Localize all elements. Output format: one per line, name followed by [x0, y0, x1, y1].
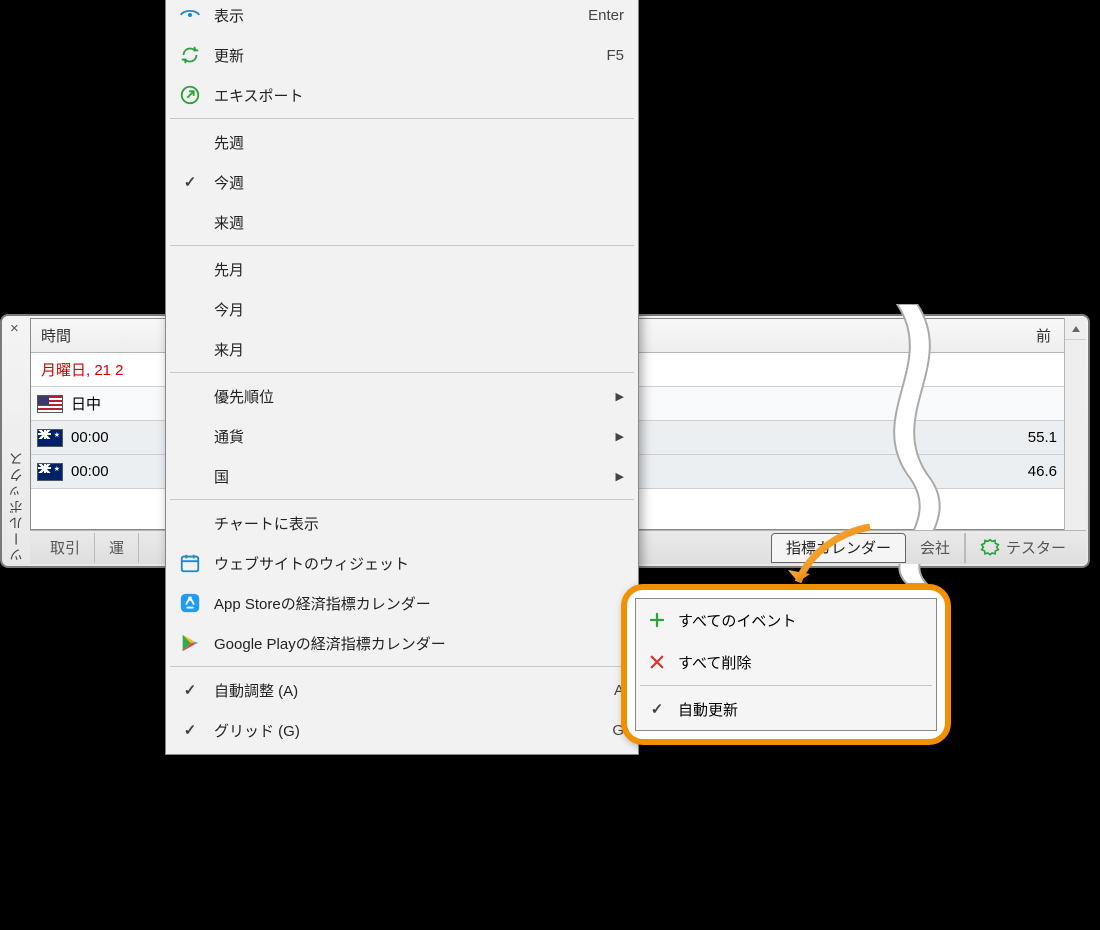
flag-au-icon: [37, 463, 63, 481]
menu-item-label: チャートに表示: [214, 513, 624, 534]
menu-last-month[interactable]: 先月: [166, 249, 638, 289]
playstore-icon: [178, 632, 202, 654]
menu-shortcut: Enter: [588, 7, 624, 24]
menu-show-on-chart[interactable]: チャートに表示: [166, 503, 638, 543]
menu-shortcut: F5: [606, 47, 624, 64]
panel-title: ツールボックス: [6, 450, 26, 562]
menu-item-label: 国: [214, 466, 604, 487]
tester-badge-icon: [980, 538, 1000, 558]
menu-auto-adjust[interactable]: ✓ 自動調整 (A) A: [166, 670, 638, 710]
menu-currency[interactable]: 通貨 ▶: [166, 416, 638, 456]
menu-this-month[interactable]: 今月: [166, 289, 638, 329]
menu-item-label: 更新: [214, 45, 594, 66]
menu-view[interactable]: 表示 Enter: [166, 0, 638, 35]
x-icon: [648, 653, 666, 671]
menu-item-label: App Storeの経済指標カレンダー: [214, 593, 624, 614]
appstore-icon: [178, 592, 202, 614]
menu-item-label: 通貨: [214, 426, 604, 447]
flag-au-icon: [37, 429, 63, 447]
scroll-up-icon[interactable]: [1065, 318, 1086, 340]
menu-item-label: 今週: [214, 172, 624, 193]
cell-time: 日中: [71, 393, 101, 414]
menu-refresh[interactable]: 更新 F5: [166, 35, 638, 75]
menu-item-label: 表示: [214, 5, 576, 26]
tab-company[interactable]: 会社: [906, 533, 965, 563]
check-icon: ✓: [178, 173, 202, 191]
popup-all-events[interactable]: すべてのイベント: [636, 599, 936, 641]
menu-item-label: Google Playの経済指標カレンダー: [214, 633, 624, 654]
popup-item-label: 自動更新: [678, 699, 738, 720]
col-time[interactable]: 時間: [41, 325, 71, 346]
cell-time: 00:00: [71, 463, 109, 480]
tab-tester-label: テスター: [1006, 537, 1066, 558]
menu-next-week[interactable]: 来週: [166, 202, 638, 242]
menu-item-label: 来月: [214, 339, 624, 360]
menu-item-label: 来週: [214, 212, 624, 233]
tab-operation[interactable]: 運: [95, 533, 139, 563]
menu-export[interactable]: エキスポート: [166, 75, 638, 115]
menu-grid[interactable]: ✓ グリッド (G) G: [166, 710, 638, 750]
menu-country[interactable]: 国 ▶: [166, 456, 638, 496]
menu-playstore[interactable]: Google Playの経済指標カレンダー: [166, 623, 638, 663]
popup-item-label: すべてのイベント: [678, 610, 796, 631]
menu-item-label: グリッド (G): [214, 720, 600, 741]
menu-appstore[interactable]: App Storeの経済指標カレンダー: [166, 583, 638, 623]
plus-icon: [648, 611, 666, 629]
check-icon: ✓: [178, 681, 202, 699]
check-icon: ✓: [648, 700, 666, 718]
menu-item-label: 今月: [214, 299, 624, 320]
check-icon: ✓: [178, 721, 202, 739]
flag-us-icon: [37, 395, 63, 413]
menu-this-week[interactable]: ✓ 今週: [166, 162, 638, 202]
cell-time: 00:00: [71, 429, 109, 446]
eye-icon: [178, 4, 202, 26]
menu-next-month[interactable]: 来月: [166, 329, 638, 369]
menu-website-widget[interactable]: ウェブサイトのウィジェット: [166, 543, 638, 583]
refresh-icon: [178, 44, 202, 66]
tab-tester[interactable]: テスター: [965, 533, 1080, 563]
menu-item-label: エキスポート: [214, 85, 624, 106]
calendar-icon: [178, 552, 202, 574]
popup-auto-refresh[interactable]: ✓ 自動更新: [636, 688, 936, 730]
tab-trade[interactable]: 取引: [36, 533, 95, 563]
popup-item-label: すべて削除: [678, 652, 751, 673]
menu-item-label: 自動調整 (A): [214, 680, 602, 701]
chevron-right-icon: ▶: [616, 470, 624, 483]
menu-item-label: 先月: [214, 259, 624, 280]
chevron-right-icon: ▶: [616, 430, 624, 443]
menu-last-week[interactable]: 先週: [166, 122, 638, 162]
menu-item-label: ウェブサイトのウィジェット: [214, 553, 624, 574]
context-menu: 表示 Enter 更新 F5 エキスポート 先週 ✓ 今週 来週 先月 今月: [165, 0, 639, 755]
export-icon: [178, 84, 202, 106]
popup-delete-all[interactable]: すべて削除: [636, 641, 936, 683]
menu-item-label: 先週: [214, 132, 624, 153]
tab-calendar[interactable]: 指標カレンダー: [771, 533, 906, 563]
panel-close-button[interactable]: ×: [10, 320, 19, 337]
chart-events-popup: すべてのイベント すべて削除 ✓ 自動更新: [621, 584, 951, 745]
menu-item-label: 優先順位: [214, 386, 604, 407]
chevron-right-icon: ▶: [616, 390, 624, 403]
scrollbar[interactable]: [1064, 318, 1086, 530]
menu-priority[interactable]: 優先順位 ▶: [166, 376, 638, 416]
